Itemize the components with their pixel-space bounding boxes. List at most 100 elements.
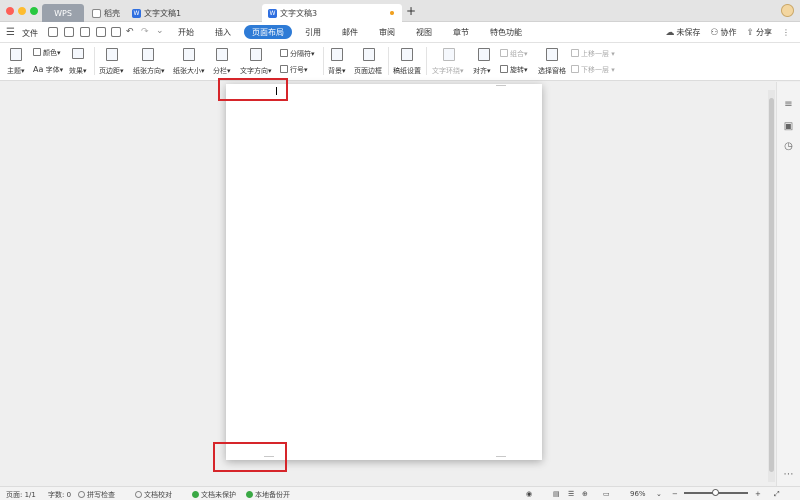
zoom-dropdown-icon[interactable]: ⌄ — [656, 490, 662, 498]
read-mode-icon[interactable]: ▭ — [603, 490, 610, 498]
more-options-icon[interactable]: ⋯ — [783, 470, 794, 480]
page-border-button[interactable]: 页面边框 — [354, 66, 382, 76]
document-page[interactable] — [226, 84, 542, 460]
eye-protection-icon[interactable]: ◉ — [526, 490, 532, 498]
print-preview-icon[interactable] — [96, 27, 106, 37]
settings-sliders-icon[interactable]: ≡ — [783, 100, 794, 110]
page-border-label: 页面边框 — [354, 67, 382, 75]
tab-mailings[interactable]: 邮件 — [334, 25, 366, 39]
minimize-window-button[interactable] — [18, 7, 26, 15]
unsaved-dot-icon — [390, 11, 394, 15]
selection-pane-label: 选择窗格 — [538, 67, 566, 75]
paper-size-button[interactable]: 纸张大小▾ — [173, 66, 205, 76]
effect-button[interactable]: 效果▾ — [69, 66, 87, 76]
theme-button[interactable]: 主题▾ — [7, 66, 25, 76]
document-protection-button[interactable]: 文档未保护 — [192, 490, 236, 500]
collaborate-icon: ⚇ — [710, 28, 719, 38]
line-numbers-button[interactable]: 行号▾ — [280, 65, 308, 75]
margin-marker — [496, 84, 506, 86]
tab-special-features[interactable]: 特色功能 — [482, 25, 530, 39]
font-button[interactable]: Aa 字体▾ — [33, 65, 63, 75]
send-backward-button[interactable]: 下移一层 ▾ — [571, 65, 615, 75]
tab-insert[interactable]: 插入 — [207, 25, 239, 39]
tab-daoke[interactable]: 稻壳 — [86, 4, 126, 22]
background-button[interactable]: 背景▾ — [328, 66, 346, 76]
manuscript-icon — [401, 48, 413, 61]
vertical-scrollbar[interactable] — [768, 90, 775, 482]
color-label: 颜色 — [43, 49, 57, 57]
margins-button[interactable]: 页边距▾ — [99, 66, 124, 76]
columns-button[interactable]: 分栏▾ — [213, 66, 231, 76]
hamburger-menu-icon[interactable]: ☰ — [6, 27, 15, 38]
tab-document-1[interactable]: W 文字文稿1 — [126, 4, 261, 22]
tab-document-3[interactable]: W 文字文稿3 — [262, 4, 402, 22]
wrap-text-button[interactable]: 文字环绕▾ — [432, 66, 464, 76]
proofread-button[interactable]: 文档校对 — [135, 490, 172, 500]
outline-view-icon[interactable]: ☰ — [568, 490, 574, 498]
collaborate-button[interactable]: ⚇ 协作 — [710, 27, 736, 38]
breaks-button[interactable]: 分隔符▾ — [280, 49, 315, 59]
proofread-label: 文档校对 — [144, 491, 172, 499]
web-view-icon[interactable]: ⊕ — [582, 490, 588, 498]
fullscreen-icon[interactable]: ⤢ — [774, 490, 780, 499]
writer-doc-icon: W — [268, 8, 277, 18]
status-bar: 页面: 1/1 字数: 0 拼写检查 文档校对 文档未保护 本地备份开 ◉ ▤ … — [0, 486, 800, 500]
word-count[interactable]: 字数: 0 — [48, 490, 71, 500]
tab-page-layout[interactable]: 页面布局 — [244, 25, 292, 39]
page-count[interactable]: 页面: 1/1 — [6, 490, 36, 500]
tab-wps-home[interactable]: WPS — [42, 4, 84, 22]
image-library-icon[interactable]: ▣ — [783, 122, 794, 132]
export-pdf-icon[interactable] — [64, 27, 74, 37]
spell-check-button[interactable]: 拼写检查 — [78, 490, 115, 500]
share-button[interactable]: ⇪ 分享 — [746, 27, 772, 38]
print-icon[interactable] — [80, 27, 90, 37]
quick-access-dropdown-icon[interactable]: ⌄ — [156, 26, 164, 36]
ribbon-separator — [388, 47, 389, 75]
text-direction-button[interactable]: 文字方向▾ — [240, 66, 272, 76]
orientation-icon — [142, 48, 154, 61]
save-icon[interactable] — [48, 27, 58, 37]
zoom-in-icon[interactable]: + — [755, 490, 761, 498]
page-border-icon — [363, 48, 375, 61]
user-avatar[interactable] — [781, 4, 794, 17]
close-window-button[interactable] — [6, 7, 14, 15]
tab-references[interactable]: 引用 — [297, 25, 329, 39]
format-painter-icon[interactable] — [111, 27, 121, 37]
zoom-slider-handle[interactable] — [712, 489, 719, 496]
bring-forward-button[interactable]: 上移一层 ▾ — [571, 49, 615, 59]
shield-icon — [192, 491, 199, 498]
file-menu[interactable]: 文件 — [22, 28, 38, 39]
color-button[interactable]: 颜色▾ — [33, 48, 61, 58]
selection-pane-button[interactable]: 选择窗格 — [538, 66, 566, 76]
wrap-text-icon — [443, 48, 455, 61]
zoom-out-icon[interactable]: − — [672, 490, 678, 498]
orientation-button[interactable]: 纸张方向▾ — [133, 66, 165, 76]
zoom-level[interactable]: 96% — [630, 490, 646, 498]
tab-review[interactable]: 审阅 — [371, 25, 403, 39]
tab-doc1-label: 文字文稿1 — [144, 8, 182, 18]
columns-icon — [216, 48, 228, 61]
margin-marker — [496, 456, 506, 458]
new-tab-button[interactable]: + — [406, 4, 416, 18]
undo-icon[interactable]: ↶ — [126, 27, 134, 37]
manuscript-settings-button[interactable]: 稿纸设置 — [393, 66, 421, 76]
scrollbar-thumb[interactable] — [769, 98, 774, 472]
group-button[interactable]: 组合▾ — [500, 49, 528, 59]
rotate-button[interactable]: 旋转▾ — [500, 65, 528, 75]
tab-view[interactable]: 视图 — [408, 25, 440, 39]
orientation-label: 纸张方向 — [133, 67, 161, 75]
more-menu-icon[interactable]: ⋮ — [782, 28, 790, 37]
local-backup-button[interactable]: 本地备份开 — [246, 490, 290, 500]
zoom-window-button[interactable] — [30, 7, 38, 15]
main-menu-tabs: 开始 插入 页面布局 引用 邮件 审阅 视图 章节 特色功能 — [170, 25, 535, 39]
history-icon[interactable]: ◷ — [783, 142, 794, 152]
unsaved-button[interactable]: ☁ 未保存 — [665, 27, 700, 38]
page-view-icon[interactable]: ▤ — [553, 490, 560, 498]
tab-home[interactable]: 开始 — [170, 25, 202, 39]
redo-icon[interactable]: ↷ — [141, 27, 149, 37]
tab-section[interactable]: 章节 — [445, 25, 477, 39]
align-icon — [478, 48, 490, 61]
line-numbers-icon — [280, 65, 288, 73]
effect-icon — [72, 48, 84, 59]
align-button[interactable]: 对齐▾ — [473, 66, 491, 76]
